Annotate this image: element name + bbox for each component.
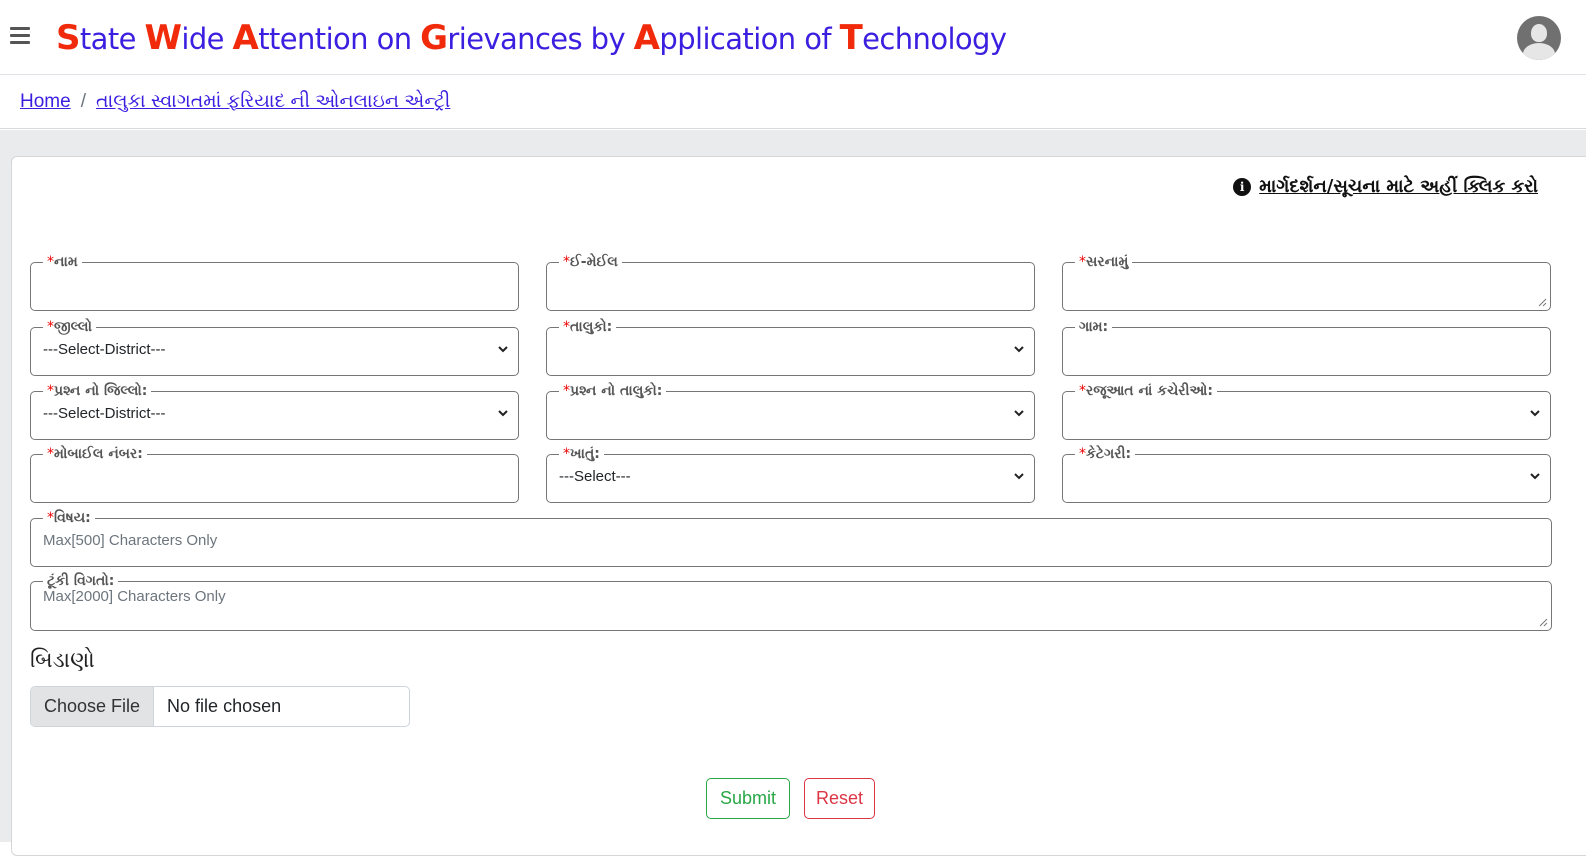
question-taluka-select[interactable] <box>559 398 1024 428</box>
name-label: નામ <box>54 254 78 270</box>
title-text: echnology <box>862 22 1007 56</box>
breadcrumb-current-link[interactable]: તાલુકા સ્વાગતમાં ફરિયાદ ની ઓનલાઇન એન્ટ્ર… <box>96 91 450 113</box>
taluka-label: તાલુકો: <box>570 319 613 335</box>
breadcrumb-separator: / <box>80 90 86 112</box>
district-select[interactable]: ---Select-District--- <box>43 334 508 364</box>
subject-input[interactable]: Max[500] Characters Only <box>43 525 1539 555</box>
department-select[interactable]: ---Select--- <box>559 461 1024 491</box>
guidance-link-label: માર્ગદર્શન/સૂચના માટે અહીં ક્લિક કરો <box>1259 176 1538 197</box>
guidance-link[interactable]: i માર્ગદર્શન/સૂચના માટે અહીં ક્લિક કરો <box>1233 176 1538 197</box>
subject-field: *વિષય: Max[500] Characters Only <box>30 511 1552 567</box>
breadcrumb: Home / તાલુકા સ્વાગતમાં ફરિયાદ ની ઓનલાઇન… <box>0 75 1586 129</box>
village-input[interactable] <box>1075 334 1538 364</box>
breadcrumb-home-link[interactable]: Home <box>20 91 71 113</box>
email-field: *ઈ-મેઈલ <box>546 255 1035 311</box>
user-avatar-icon[interactable] <box>1517 16 1561 60</box>
department-label: ખાતું: <box>570 446 600 462</box>
question-district-field: *પ્રશ્ન નો જિલ્લો: ---Select-District--- <box>30 384 519 440</box>
email-label: ઈ-મેઈલ <box>570 254 618 270</box>
chevron-down-icon <box>1530 473 1540 480</box>
question-taluka-label: પ્રશ્ન નો તાલુકો: <box>570 383 663 399</box>
address-field: *સરનામું <box>1062 255 1551 311</box>
office-select[interactable] <box>1075 398 1540 428</box>
question-taluka-field: *પ્રશ્ન નો તાલુકો: <box>546 384 1035 440</box>
district-label: જીલ્લો <box>54 319 92 335</box>
title-capital-letter: A <box>232 18 259 58</box>
title-capital-letter: S <box>56 18 80 58</box>
office-field: *રજૂઆત નાં કચેરીઓ: <box>1062 384 1551 440</box>
details-field: ટૂંકી વિગતો: Max[2000] Characters Only <box>30 574 1552 631</box>
mobile-input[interactable] <box>43 461 506 491</box>
title-text: tate <box>79 22 145 56</box>
hamburger-menu-icon[interactable] <box>10 27 30 45</box>
mobile-label: મોબાઈલ નંબર: <box>54 446 143 462</box>
chevron-down-icon <box>498 410 508 417</box>
district-field: *જીલ્લો ---Select-District--- <box>30 320 519 376</box>
category-select[interactable] <box>1075 461 1540 491</box>
name-field: *નામ <box>30 255 519 311</box>
category-field: *કેટેગરી: <box>1062 447 1551 503</box>
question-district-select[interactable]: ---Select-District--- <box>43 398 508 428</box>
question-district-label: પ્રશ્ન નો જિલ્લો: <box>54 383 148 399</box>
title-capital-letter: T <box>839 18 863 58</box>
taluka-field: *તાલુકો: <box>546 320 1035 376</box>
choose-file-button[interactable]: Choose File <box>31 687 155 726</box>
file-status: No file chosen <box>167 696 282 716</box>
resize-grip-icon[interactable] <box>1538 298 1547 307</box>
department-field: *ખાતું: ---Select--- <box>546 447 1035 503</box>
app-title: State Wide Attention on Grievances by Ap… <box>56 18 1007 58</box>
title-capital-letter: A <box>633 18 660 58</box>
chevron-down-icon <box>1014 473 1024 480</box>
title-text: pplication of <box>659 22 840 56</box>
address-textarea[interactable] <box>1075 269 1538 299</box>
email-input[interactable] <box>559 269 1022 299</box>
taluka-select[interactable] <box>559 334 1024 364</box>
mobile-field: *મોબાઈલ નંબર: <box>30 447 519 503</box>
chevron-down-icon <box>1014 410 1024 417</box>
name-input[interactable] <box>43 269 506 299</box>
info-icon: i <box>1233 177 1252 196</box>
details-textarea[interactable]: Max[2000] Characters Only <box>43 588 1539 612</box>
chevron-down-icon <box>498 346 508 353</box>
submit-button[interactable]: Submit <box>706 778 790 819</box>
address-label: સરનામું <box>1086 254 1129 270</box>
title-text: ttention on <box>258 22 421 56</box>
village-label: ગામ: <box>1079 319 1109 335</box>
title-capital-letter: W <box>144 18 182 58</box>
category-label: કેટેગરી: <box>1086 446 1132 462</box>
title-text: rievances by <box>447 22 634 56</box>
title-text: ide <box>181 22 233 56</box>
app-header: State Wide Attention on Grievances by Ap… <box>0 0 1586 75</box>
village-field: ગામ: <box>1062 320 1551 376</box>
resize-grip-icon[interactable] <box>1539 618 1548 627</box>
reset-button[interactable]: Reset <box>804 778 875 819</box>
chevron-down-icon <box>1014 346 1024 353</box>
title-capital-letter: G <box>420 18 448 58</box>
chevron-down-icon <box>1530 410 1540 417</box>
office-label: રજૂઆત નાં કચેરીઓ: <box>1086 383 1213 399</box>
subject-label: વિષય: <box>54 510 91 526</box>
file-input[interactable]: Choose File No file chosen <box>30 686 410 727</box>
details-label: ટૂંકી વિગતો: <box>47 573 115 589</box>
attachment-label: બિડાણો <box>30 648 95 673</box>
